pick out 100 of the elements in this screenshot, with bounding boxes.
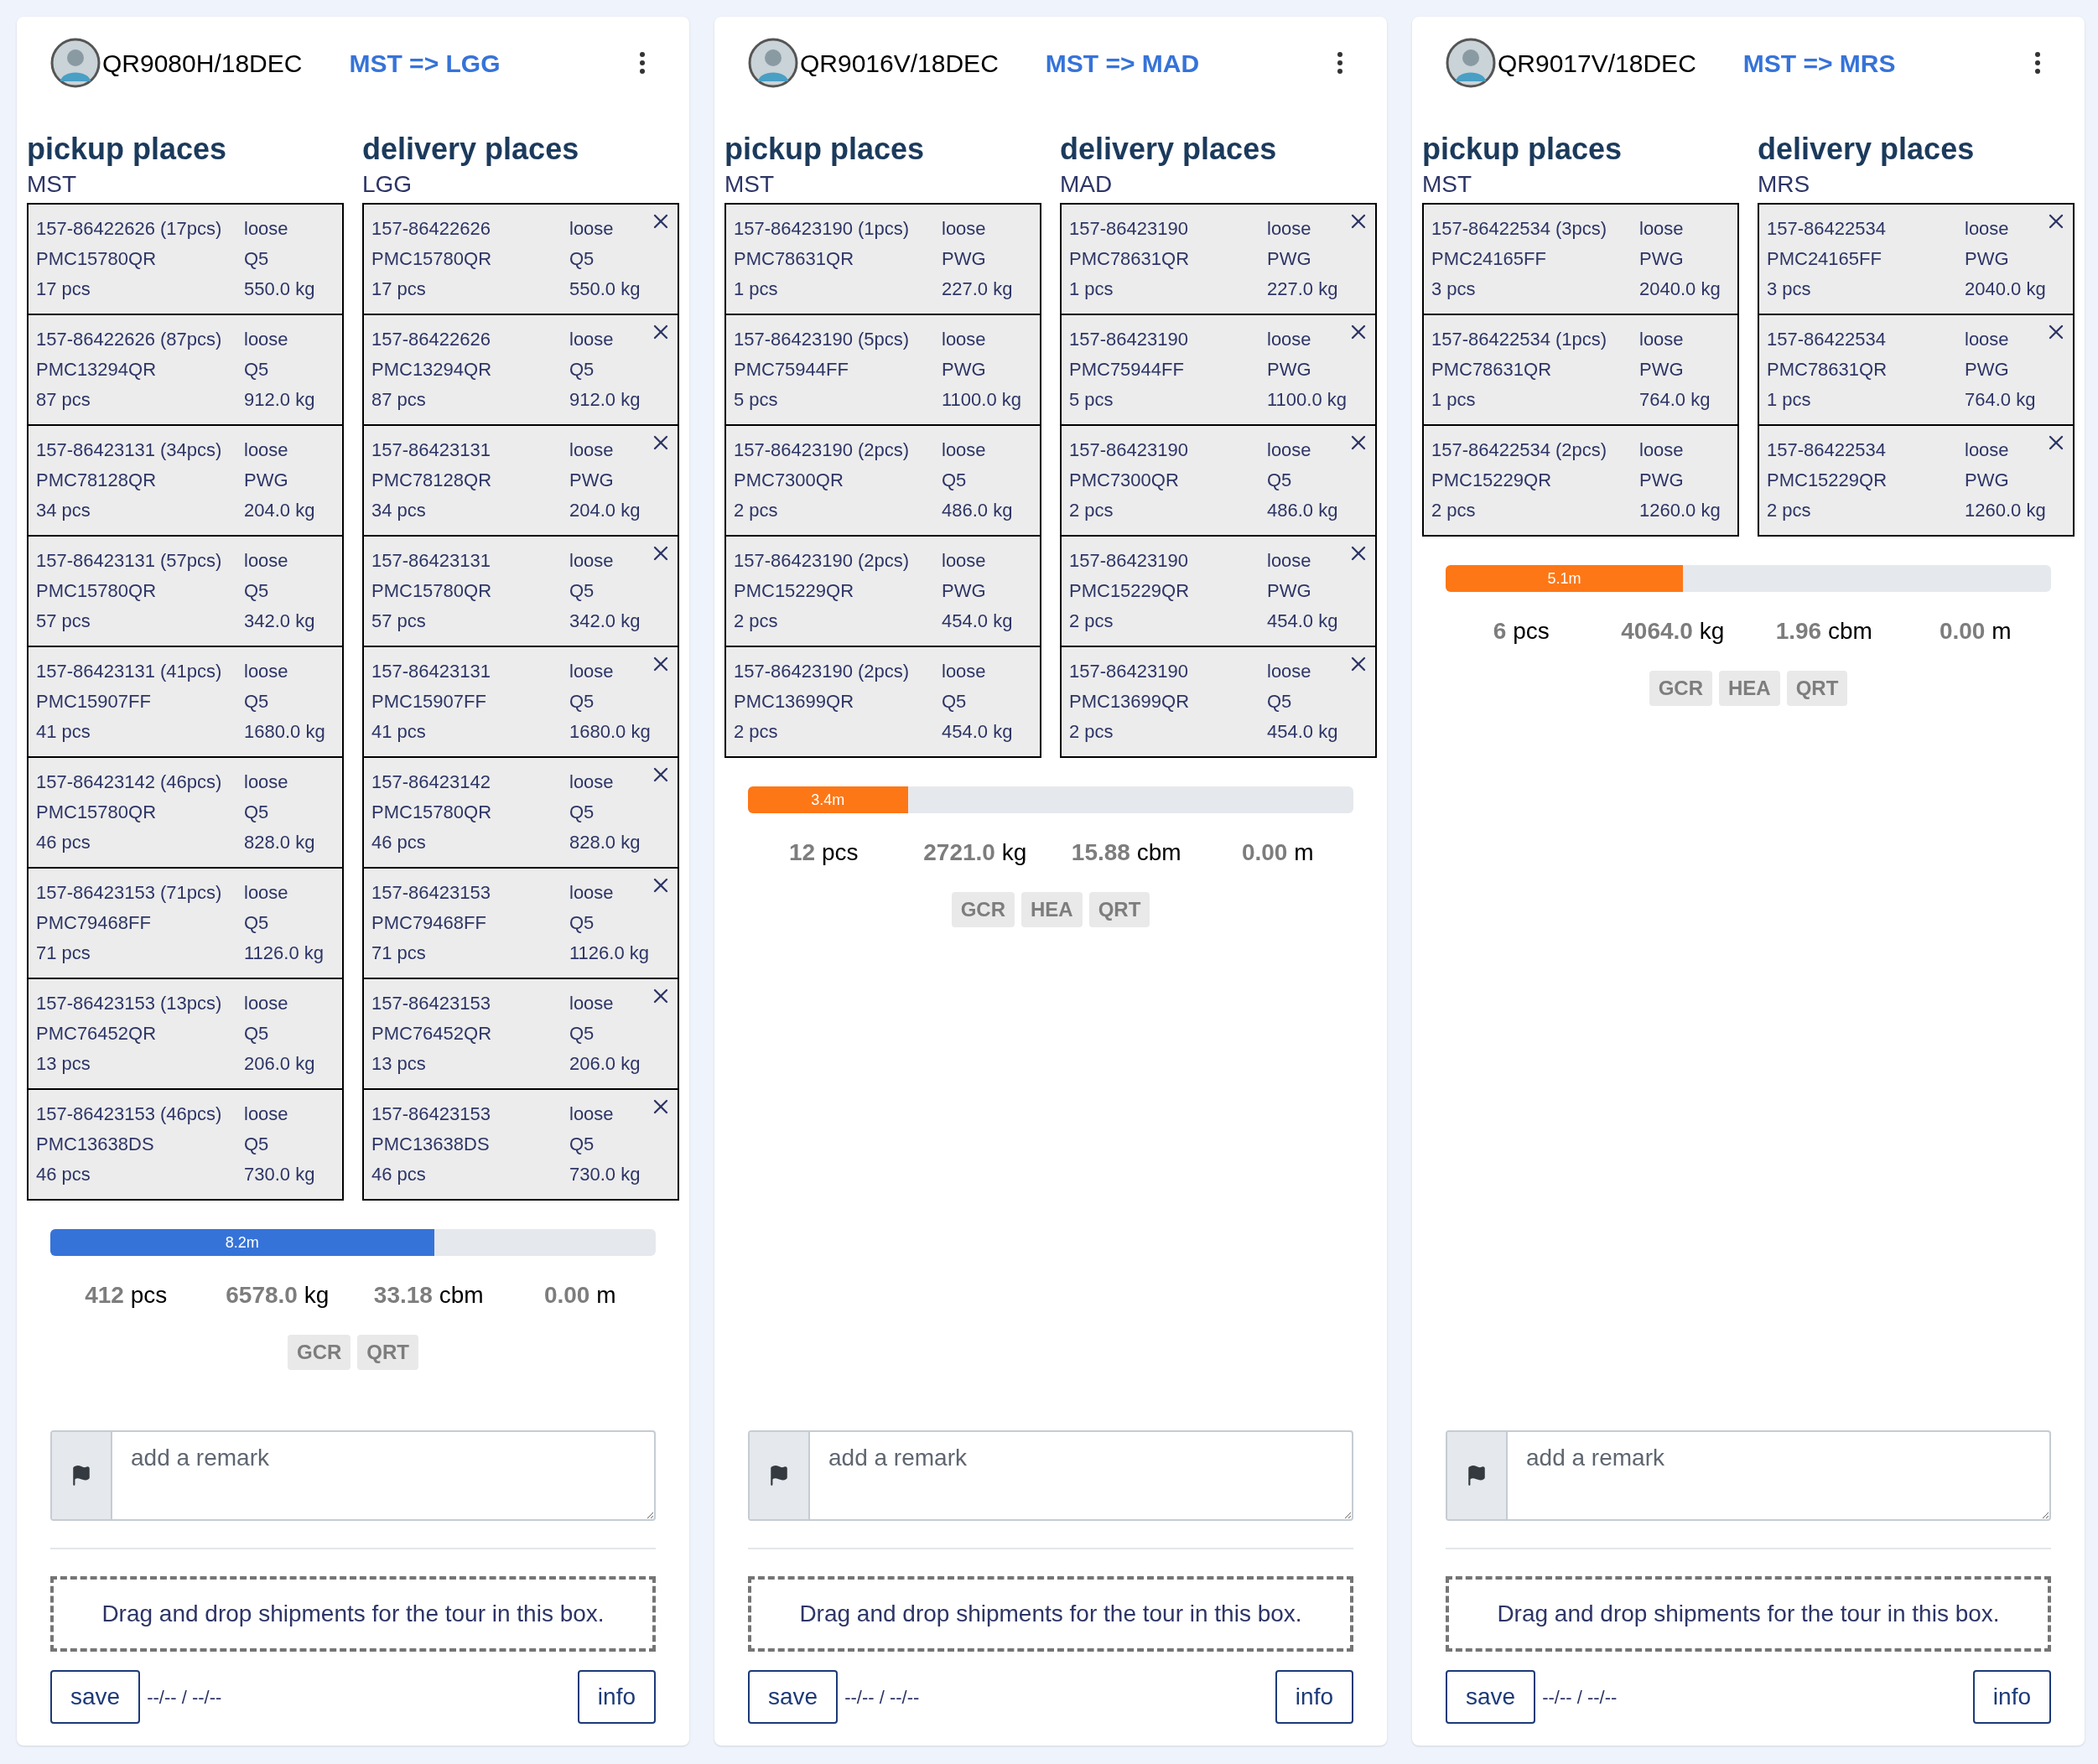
shipment-card[interactable]: 157-86423131 loose PMC15907FF Q5 41 pcs 1680.0 kg	[362, 646, 679, 758]
more-button[interactable]	[639, 51, 646, 75]
awb-number: 157-86422534 (2pcs)	[1431, 438, 1607, 462]
summary-stat: 412 pcs	[84, 1281, 169, 1310]
cargo-type: PWG	[1267, 247, 1311, 271]
weight-value: 912.0 kg	[569, 388, 641, 412]
cargo-type: PWG	[942, 579, 986, 603]
awb-number: 157-86423131	[371, 660, 491, 683]
shipment-card[interactable]: 157-86422534 (2pcs) loose PMC15229QR PWG 2 pcs 1260.0 kg	[1422, 424, 1739, 537]
weight-value: 454.0 kg	[1267, 720, 1338, 744]
weight-value: 828.0 kg	[244, 831, 315, 854]
more-button[interactable]	[2034, 51, 2041, 75]
save-button[interactable]: save	[748, 1670, 839, 1724]
weight-value: 1100.0 kg	[1267, 388, 1347, 412]
weight-value: 1100.0 kg	[942, 388, 1021, 412]
shipment-card[interactable]: 157-86423190 loose PMC7300QR Q5 2 pcs 486.0 kg	[1060, 424, 1377, 537]
more-icon	[2034, 51, 2041, 75]
loading-type: loose	[569, 438, 614, 462]
awb-number: 157-86423153	[371, 1102, 491, 1126]
save-button[interactable]: save	[1446, 1670, 1536, 1724]
shipment-card[interactable]: 157-86423131 (34pcs) loose PMC78128QR PWG 34 pcs 204.0 kg	[27, 424, 344, 537]
shipment-card[interactable]: 157-86423153 (71pcs) loose PMC79468FF Q5 71 pcs 1126.0 kg	[27, 867, 344, 979]
pieces-count: 5 pcs	[734, 388, 778, 412]
weight-value: 486.0 kg	[1267, 499, 1338, 522]
shipment-card[interactable]: 157-86423153 loose PMC79468FF Q5 71 pcs 1126.0 kg	[362, 867, 679, 979]
remark-field[interactable]: add a remark	[1446, 1430, 2051, 1521]
shipment-card[interactable]: 157-86423190 loose PMC13699QR Q5 2 pcs 454.0 kg	[1060, 646, 1377, 758]
flag-icon	[70, 1465, 92, 1486]
uld-number: PMC79468FF	[371, 911, 486, 935]
weight-value: 454.0 kg	[1267, 610, 1338, 633]
uld-number: PMC15780QR	[36, 579, 157, 603]
cargo-type: Q5	[569, 911, 595, 935]
remark-field[interactable]: add a remark	[748, 1430, 1353, 1521]
shipment-card[interactable]: 157-86422534 loose PMC78631QR PWG 1 pcs 764.0 kg	[1758, 314, 2075, 426]
loading-type: loose	[244, 549, 288, 573]
shipment-card[interactable]: 157-86423153 loose PMC13638DS Q5 46 pcs 730.0 kg	[362, 1088, 679, 1201]
shipment-card[interactable]: 157-86422534 loose PMC15229QR PWG 2 pcs 1260.0 kg	[1758, 424, 2075, 537]
cargo-type: Q5	[244, 1022, 269, 1045]
shipment-card[interactable]: 157-86423153 (46pcs) loose PMC13638DS Q5 46 pcs 730.0 kg	[27, 1088, 344, 1201]
awb-number: 157-86423190	[1069, 660, 1188, 683]
shipment-card[interactable]: 157-86423153 loose PMC76452QR Q5 13 pcs 206.0 kg	[362, 978, 679, 1090]
summary-stat: 6578.0 kg	[225, 1281, 330, 1310]
weight-value: 764.0 kg	[1639, 388, 1711, 412]
shipment-card[interactable]: 157-86423131 (57pcs) loose PMC15780QR Q5 57 pcs 342.0 kg	[27, 535, 344, 647]
shipment-card[interactable]: 157-86423190 (2pcs) loose PMC13699QR Q5 2 pcs 454.0 kg	[724, 646, 1041, 758]
awb-number: 157-86423190	[1069, 217, 1188, 241]
cargo-type: PWG	[1639, 358, 1684, 381]
shipment-card[interactable]: 157-86423131 loose PMC78128QR PWG 34 pcs 204.0 kg	[362, 424, 679, 537]
shipment-card[interactable]: 157-86423190 (5pcs) loose PMC75944FF PWG 5 pcs 1100.0 kg	[724, 314, 1041, 426]
info-button[interactable]: info	[1972, 1670, 2051, 1724]
shipment-card[interactable]: 157-86423190 (1pcs) loose PMC78631QR PWG 1 pcs 227.0 kg	[724, 203, 1041, 315]
shipment-card[interactable]: 157-86423190 loose PMC15229QR PWG 2 pcs 454.0 kg	[1060, 535, 1377, 647]
shipment-card[interactable]: 157-86422534 loose PMC24165FF PWG 3 pcs 2040.0 kg	[1758, 203, 2075, 315]
awb-number: 157-86423190 (2pcs)	[734, 660, 910, 683]
loading-type: loose	[1639, 217, 1684, 241]
weight-value: 764.0 kg	[1965, 388, 2036, 412]
weight-value: 206.0 kg	[569, 1052, 641, 1076]
shipment-card[interactable]: 157-86423153 (13pcs) loose PMC76452QR Q5 13 pcs 206.0 kg	[27, 978, 344, 1090]
pieces-count: 2 pcs	[734, 610, 778, 633]
shipment-card[interactable]: 157-86423142 loose PMC15780QR Q5 46 pcs 828.0 kg	[362, 756, 679, 869]
loading-type: loose	[569, 660, 614, 683]
cargo-type: Q5	[244, 247, 269, 271]
summary-stat: 0.00 m	[1240, 838, 1315, 867]
shipment-card[interactable]: 157-86423190 loose PMC78631QR PWG 1 pcs 227.0 kg	[1060, 203, 1377, 315]
route-label: MST => MAD	[1045, 48, 1200, 79]
awb-number: 157-86423153 (46pcs)	[36, 1102, 222, 1126]
remark-field[interactable]: add a remark	[50, 1430, 656, 1521]
summary-stat: 15.88 cbm	[1070, 838, 1182, 867]
station-code: LGG	[362, 170, 413, 199]
route-label: MST => MRS	[1742, 48, 1896, 79]
shipment-card[interactable]: 157-86423190 (2pcs) loose PMC7300QR Q5 2 pcs 486.0 kg	[724, 424, 1041, 537]
info-button[interactable]: info	[1275, 1670, 1353, 1724]
shipment-card[interactable]: 157-86423190 (2pcs) loose PMC15229QR PWG 2 pcs 454.0 kg	[724, 535, 1041, 647]
avatar-icon	[1446, 38, 1496, 88]
drop-zone[interactable]: Drag and drop shipments for the tour in this box.	[748, 1576, 1353, 1652]
shipment-card[interactable]: 157-86423142 (46pcs) loose PMC15780QR Q5 46 pcs 828.0 kg	[27, 756, 344, 869]
shipment-card[interactable]: 157-86422626 (17pcs) loose PMC15780QR Q5 17 pcs 550.0 kg	[27, 203, 344, 315]
awb-number: 157-86422626 (87pcs)	[36, 328, 222, 351]
tag-chip: QRT	[1786, 671, 1848, 706]
more-button[interactable]	[1337, 51, 1343, 75]
shipment-card[interactable]: 157-86422626 (87pcs) loose PMC13294QR Q5 87 pcs 912.0 kg	[27, 314, 344, 426]
shipment-card[interactable]: 157-86422534 (3pcs) loose PMC24165FF PWG 3 pcs 2040.0 kg	[1422, 203, 1739, 315]
pieces-count: 1 pcs	[1767, 388, 1811, 412]
shipment-card[interactable]: 157-86422626 loose PMC15780QR Q5 17 pcs 550.0 kg	[362, 203, 679, 315]
uld-number: PMC78128QR	[371, 469, 492, 492]
info-button[interactable]: info	[577, 1670, 656, 1724]
shipment-card[interactable]: 157-86423190 loose PMC75944FF PWG 5 pcs 1100.0 kg	[1060, 314, 1377, 426]
awb-number: 157-86423131	[371, 438, 491, 462]
weight-value: 550.0 kg	[569, 278, 641, 301]
drop-zone[interactable]: Drag and drop shipments for the tour in this box.	[50, 1576, 656, 1652]
drop-zone[interactable]: Drag and drop shipments for the tour in this box.	[1446, 1576, 2051, 1652]
shipment-card[interactable]: 157-86423131 loose PMC15780QR Q5 57 pcs 342.0 kg	[362, 535, 679, 647]
pieces-count: 2 pcs	[734, 720, 778, 744]
shipment-card[interactable]: 157-86422534 (1pcs) loose PMC78631QR PWG 1 pcs 764.0 kg	[1422, 314, 1739, 426]
save-button[interactable]: save	[50, 1670, 141, 1724]
station-code: MST	[1422, 170, 1473, 199]
shipment-card[interactable]: 157-86422626 loose PMC13294QR Q5 87 pcs 912.0 kg	[362, 314, 679, 426]
shipment-card[interactable]: 157-86423131 (41pcs) loose PMC15907FF Q5 41 pcs 1680.0 kg	[27, 646, 344, 758]
loading-type: loose	[1267, 549, 1311, 573]
summary-stat: 4064.0 kg	[1620, 617, 1726, 646]
